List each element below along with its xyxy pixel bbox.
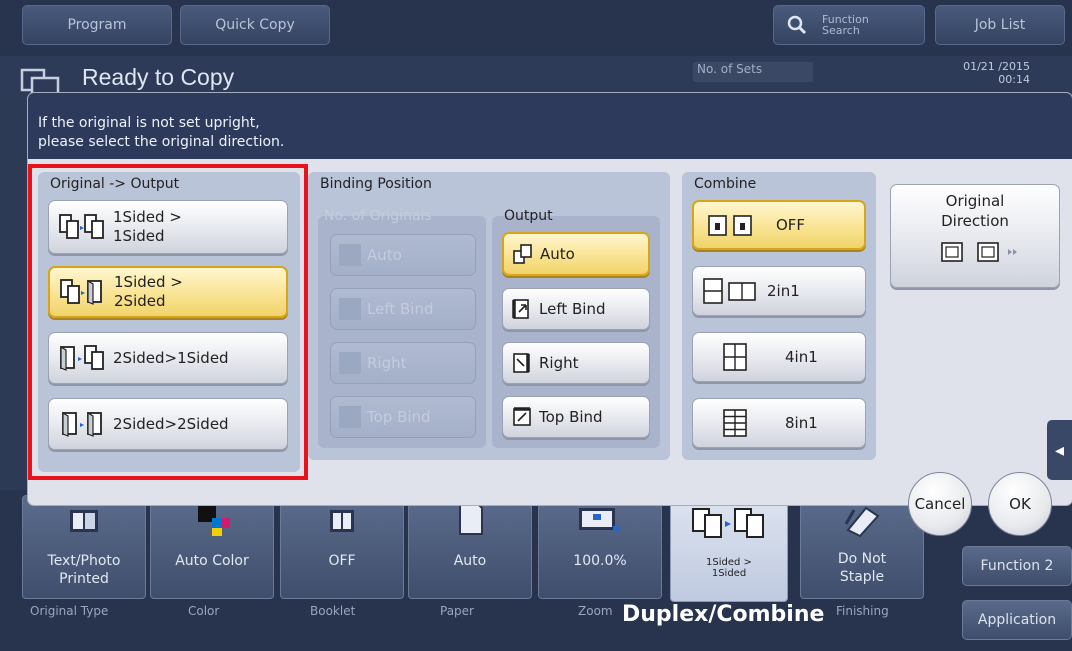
original-direction-button[interactable]: Original Direction [890,184,1060,288]
tile-label: 100.0% [573,553,627,569]
tile-label: Text/Photo Printed [47,553,121,587]
book-icon [70,510,98,532]
right-bind-icon [513,353,530,373]
combine-off-button[interactable]: OFF [692,200,866,250]
color-icon [198,504,230,536]
sets-label: No. of Sets [693,62,813,82]
top-bind-icon [339,406,361,428]
option-label: Top Bind [367,408,431,426]
combine-8in1-button[interactable]: 8in1 [692,398,866,448]
paper-icon [459,503,483,535]
combine-2in1-button[interactable]: 2in1 [692,266,866,316]
binding-position-label: Binding Position [320,176,432,192]
booklet-icon [330,510,354,532]
zoom-icon [579,508,619,532]
category-zoom: Zoom [578,604,613,618]
function-search-label: Function Search [822,13,869,37]
output-left-bind-button[interactable]: Left Bind [502,288,650,330]
copy-screen: Program Quick Copy Function Search Job L… [0,0,1072,651]
combine-off-icon [708,215,752,236]
page-title: Ready to Copy [82,64,235,90]
category-finishing: Finishing [836,604,889,618]
auto-icon [513,244,532,264]
originals-auto-button: Auto [330,234,476,276]
combine-8in1-icon [723,409,747,437]
direction-icon [941,242,1017,262]
tile-original-type[interactable]: Text/Photo Printed [22,495,146,599]
tile-label: 1Sided > 1Sided [706,557,752,579]
option-label: Right [539,354,579,372]
tile-label: OFF [328,553,356,569]
tile-zoom[interactable]: 100.0% [538,495,662,599]
output-top-bind-button[interactable]: Top Bind [502,396,650,438]
option-label: Right [367,354,407,372]
dialog-message: If the original is not set upright, plea… [38,115,285,150]
combine-2in1-icon [703,278,756,304]
category-color: Color [188,604,220,618]
tile-finishing[interactable]: Do Not Staple [800,495,924,599]
category-booklet: Booklet [310,604,356,618]
option-label: OFF [776,216,806,234]
original-direction-label: Original Direction [941,192,1009,230]
chevron-left-icon: ◂ [1054,439,1065,461]
tile-color[interactable]: Auto Color [150,495,274,599]
option-label: Left Bind [539,300,606,318]
option-label: 4in1 [785,348,818,366]
left-bind-icon [339,298,361,320]
category-paper: Paper [440,604,474,618]
ok-label: OK [1009,495,1031,513]
ok-button[interactable]: OK [988,472,1052,536]
tile-label: Auto [453,553,487,569]
right-bind-icon [339,352,361,374]
originals-label: No. of Originals [324,208,432,224]
collapse-tab[interactable]: ◂ [1047,420,1072,480]
tile-paper[interactable]: Auto [408,495,532,599]
left-bind-icon [512,299,529,319]
tile-duplex-combine[interactable]: 1Sided > 1Sided [670,490,788,602]
option-label: Auto [540,245,575,263]
option-label: Top Bind [539,408,603,426]
output-right-button[interactable]: Right [502,342,650,384]
function-2-button[interactable]: Function 2 [962,546,1072,586]
tile-booklet[interactable]: OFF [280,495,404,599]
application-button[interactable]: Application [962,600,1072,640]
category-original-type: Original Type [30,604,109,618]
category-duplex-combine: Duplex/Combine [622,602,825,627]
originals-left-bind-button: Left Bind [330,288,476,330]
auto-icon [339,244,361,266]
top-bind-icon [513,407,531,426]
job-list-button[interactable]: Job List [935,5,1065,45]
tile-label: Auto Color [175,553,249,569]
combine-label: Combine [694,176,757,192]
tile-label: Do Not Staple [837,551,887,585]
cancel-button[interactable]: Cancel [908,472,972,536]
originals-top-bind-button: Top Bind [330,396,476,438]
output-label: Output [504,208,553,224]
selection-highlight [28,164,308,480]
quick-copy-button[interactable]: Quick Copy [180,5,330,45]
option-label: 8in1 [785,414,818,432]
originals-right-button: Right [330,342,476,384]
duplex-icon [692,508,764,538]
staple-icon [844,506,880,538]
program-button[interactable]: Program [22,5,172,45]
datetime: 01/21 /2015 00:14 [963,60,1030,86]
cancel-label: Cancel [914,495,966,513]
search-icon [787,15,807,35]
option-label: Left Bind [367,300,434,318]
output-auto-button[interactable]: Auto [502,232,650,276]
combine-4in1-icon [723,343,747,371]
combine-4in1-button[interactable]: 4in1 [692,332,866,382]
option-label: Auto [367,246,402,264]
option-label: 2in1 [767,282,800,300]
function-search-button[interactable]: Function Search [773,5,925,45]
